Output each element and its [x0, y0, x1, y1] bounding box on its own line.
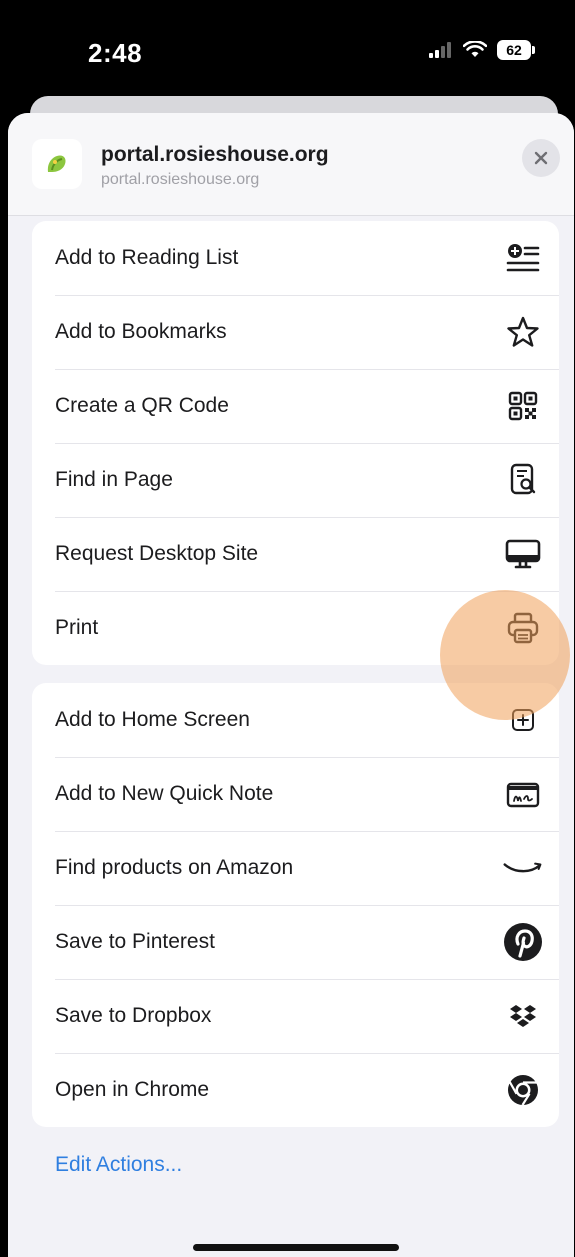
qr-code-icon	[503, 386, 543, 426]
share-sheet: portal.rosieshouse.org portal.rosieshous…	[8, 113, 574, 1257]
action-save-to-dropbox[interactable]: Save to Dropbox	[32, 979, 559, 1053]
star-icon	[503, 312, 543, 352]
battery-level: 62	[506, 42, 522, 58]
wifi-icon	[463, 41, 487, 57]
status-time: 2:48	[88, 38, 143, 68]
action-open-in-chrome[interactable]: Open in Chrome	[32, 1053, 559, 1127]
action-label: Save to Pinterest	[55, 930, 215, 953]
actions-group-2: Add to Home Screen Add to New Quick Note…	[32, 683, 559, 1127]
edit-actions-link[interactable]: Edit Actions...	[55, 1153, 182, 1177]
reading-list-icon	[503, 238, 543, 278]
pinterest-icon	[503, 922, 543, 962]
action-label: Save to Dropbox	[55, 1004, 212, 1027]
quick-note-icon	[503, 774, 543, 814]
close-button[interactable]	[522, 139, 560, 177]
action-find-products-on-amazon[interactable]: Find products on Amazon	[32, 831, 559, 905]
printer-icon	[503, 608, 543, 648]
action-add-to-quick-note[interactable]: Add to New Quick Note	[32, 757, 559, 831]
close-icon	[534, 151, 548, 165]
action-add-to-reading-list[interactable]: Add to Reading List	[32, 221, 559, 295]
amazon-icon	[503, 848, 543, 888]
action-find-in-page[interactable]: Find in Page	[32, 443, 559, 517]
action-label: Find products on Amazon	[55, 856, 294, 879]
home-indicator	[193, 1244, 399, 1251]
action-create-qr-code[interactable]: Create a QR Code	[32, 369, 559, 443]
action-label: Print	[55, 616, 99, 639]
status-icons: 62	[429, 40, 535, 60]
site-url: portal.rosieshouse.org	[101, 171, 260, 188]
desktop-icon	[503, 534, 543, 574]
action-label: Add to Bookmarks	[55, 320, 227, 343]
site-favicon	[32, 139, 82, 189]
action-request-desktop-site[interactable]: Request Desktop Site	[32, 517, 559, 591]
action-label: Add to Reading List	[55, 246, 239, 269]
action-label: Open in Chrome	[55, 1078, 210, 1101]
favicon-icon	[47, 155, 66, 172]
action-add-to-bookmarks[interactable]: Add to Bookmarks	[32, 295, 559, 369]
action-print[interactable]: Print	[32, 591, 559, 665]
status-bar: 2:48 62	[0, 0, 575, 100]
action-label: Create a QR Code	[55, 394, 229, 417]
add-square-icon	[503, 700, 543, 740]
action-label: Add to New Quick Note	[55, 782, 274, 805]
action-add-to-home-screen[interactable]: Add to Home Screen	[32, 683, 559, 757]
sheet-header: portal.rosieshouse.org portal.rosieshous…	[8, 113, 574, 216]
action-label: Add to Home Screen	[55, 708, 250, 731]
dropbox-icon	[503, 996, 543, 1036]
site-title: portal.rosieshouse.org	[101, 143, 329, 166]
action-save-to-pinterest[interactable]: Save to Pinterest	[32, 905, 559, 979]
action-label: Request Desktop Site	[55, 542, 259, 565]
action-label: Find in Page	[55, 468, 173, 491]
find-in-page-icon	[503, 460, 543, 500]
actions-group-1: Add to Reading List Add to Bookmarks Cre…	[32, 221, 559, 665]
battery-icon: 62	[497, 40, 535, 60]
cellular-signal-icon	[429, 42, 451, 58]
chrome-icon	[503, 1070, 543, 1110]
